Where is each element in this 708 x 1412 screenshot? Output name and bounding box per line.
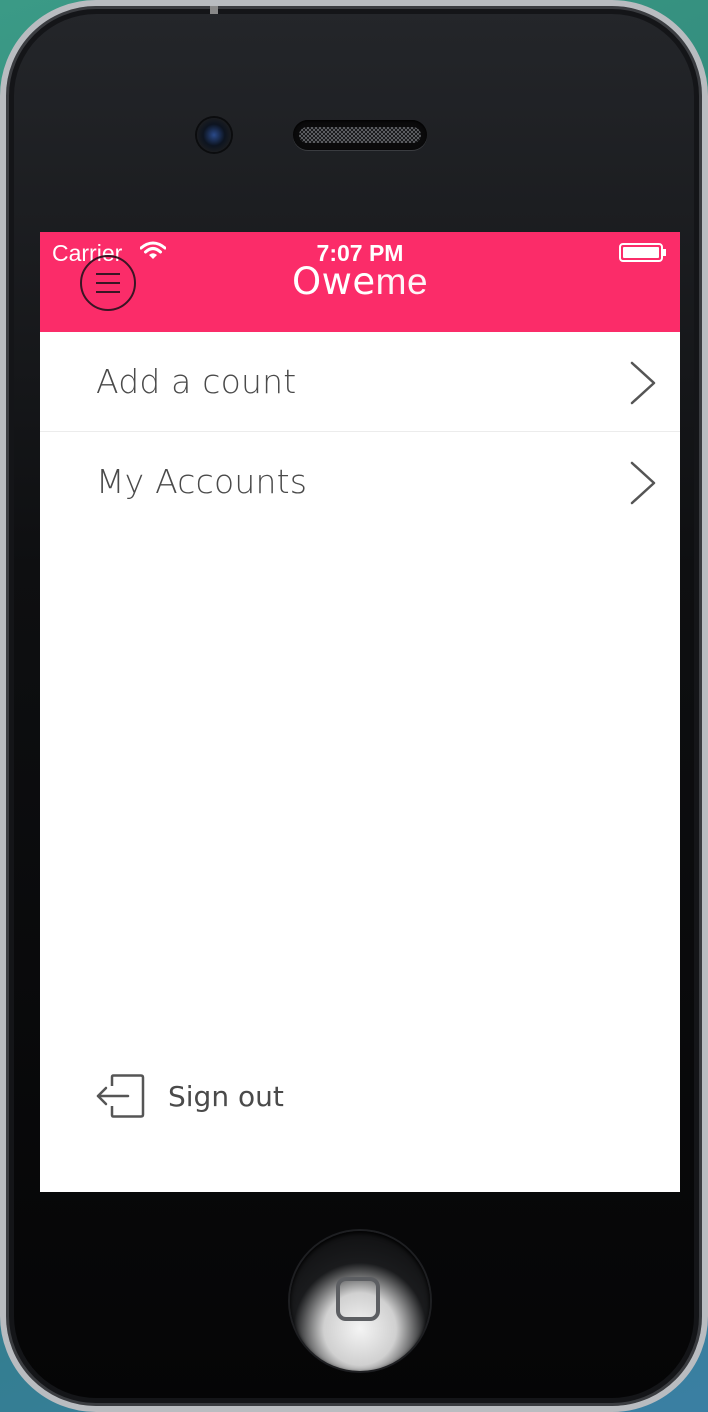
home-square-icon [336,1277,380,1321]
chevron-right-icon [630,461,656,505]
menu-item-add-a-count[interactable]: Add a count [40,332,680,432]
sign-out-icon [96,1074,145,1118]
app-title: Oweme [40,260,680,303]
front-camera [197,118,231,152]
power-button [210,6,218,14]
menu-item-label: My Accounts [96,462,308,501]
menu-item-label: Add a count [96,362,297,401]
sign-out-button[interactable]: Sign out [96,1072,356,1120]
app-title-bold: Owe [291,260,376,303]
chevron-right-icon [630,361,656,405]
earpiece-speaker [293,120,427,150]
speaker-grill [299,127,421,143]
menu-list: Add a count My Accounts [40,332,680,531]
home-button[interactable] [290,1231,430,1371]
menu-item-my-accounts[interactable]: My Accounts [40,432,680,531]
navigation-bar: Carrier 7:07 PM Oweme [40,232,680,332]
sign-out-label: Sign out [168,1080,284,1113]
app-screen: Carrier 7:07 PM Oweme Add a count My Acc… [40,232,680,1192]
phone-frame: Carrier 7:07 PM Oweme Add a count My Acc… [0,0,708,1412]
app-title-light: me [375,261,429,302]
